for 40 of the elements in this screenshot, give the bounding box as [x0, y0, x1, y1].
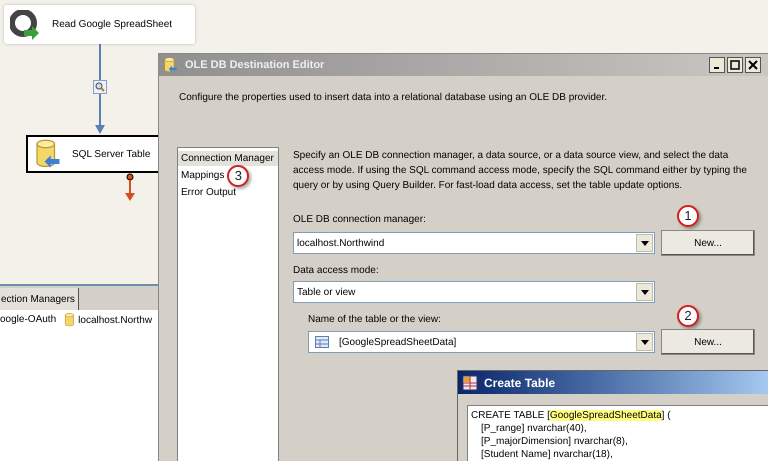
table-name-dropdown[interactable]: [GoogleSpreadSheetData] [308, 331, 655, 353]
database-icon [163, 57, 177, 73]
access-mode-dropdown[interactable]: Table or view [293, 281, 655, 303]
new-button[interactable]: New... [661, 329, 755, 355]
database-icon [64, 312, 76, 328]
database-icon [34, 139, 60, 169]
page-list-item[interactable]: Mappings [178, 168, 228, 183]
field-label: OLE DB connection manager: [293, 213, 427, 227]
maximize-icon[interactable] [727, 57, 743, 73]
destination-node[interactable]: SQL Server Table [26, 135, 158, 173]
window-title: Create Table [484, 374, 556, 392]
sql-line: [P_range] nvarchar(40), [480, 422, 588, 435]
connection-manager-dropdown[interactable]: localhost.Northwind [293, 232, 655, 254]
node-label: Read Google SpreadSheet [52, 18, 172, 32]
page-list-item[interactable]: Error Output [178, 185, 240, 200]
data-viewer-icon[interactable] [93, 80, 107, 94]
connection-entry[interactable]: oogle-OAuth [0, 312, 56, 327]
sql-line: [P_majorDimension] nvarchar(8), [480, 435, 629, 448]
node-label: SQL Server Table [72, 148, 150, 162]
callout-number: 1 [677, 205, 699, 227]
minimize-icon[interactable] [709, 57, 725, 73]
table-icon [315, 336, 329, 348]
dialog-description: Configure the properties used to insert data into a relational database using an OLE DB provider. [179, 91, 608, 105]
intro-text: Specify an OLE DB connection manager, a data source, or a data source view, and select the data access mode. If using the SQL command access mode, specify the SQL command either by typing the query or by using Query Builder. For fast-load data access, set the table update options. [293, 149, 748, 193]
sql-line: [Student Name] nvarchar(18), [480, 448, 614, 461]
connection-entry[interactable]: localhost.Northw [78, 312, 152, 328]
sql-line: CREATE TABLE [GoogleSpreadSheetData] ( [471, 409, 672, 422]
callout-number: 3 [227, 164, 250, 186]
field-label: Data access mode: [293, 264, 380, 278]
new-button[interactable]: New... [661, 230, 755, 256]
window-title: OLE DB Destination Editor [185, 58, 324, 73]
close-icon[interactable] [745, 57, 761, 73]
callout-number: 2 [677, 305, 699, 327]
connection-managers-tab[interactable]: ection Managers [0, 288, 79, 310]
error-path-arrow [125, 173, 135, 202]
field-label: Name of the table or the view: [308, 313, 442, 327]
page-list-item[interactable]: Connection Manager [178, 151, 278, 166]
source-component-icon [10, 10, 40, 40]
table-window-icon [462, 374, 478, 390]
source-node[interactable]: Read Google SpreadSheet [4, 5, 195, 44]
